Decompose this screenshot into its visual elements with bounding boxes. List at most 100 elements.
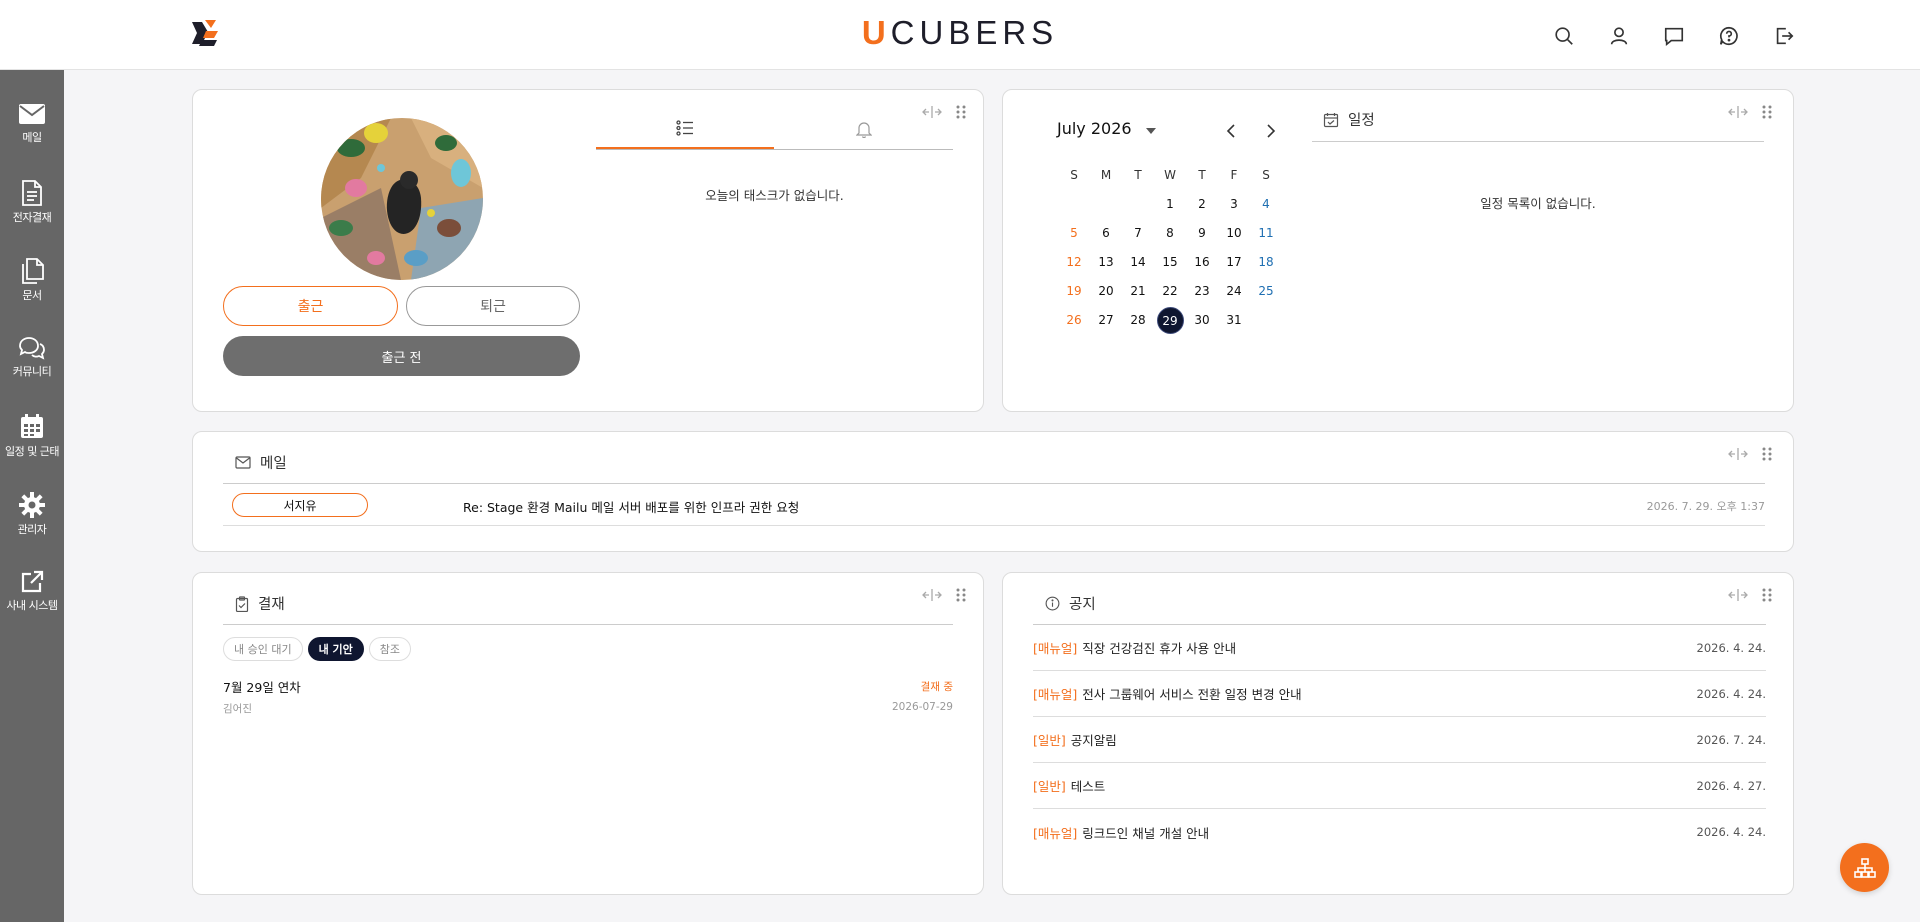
clock-out-button[interactable]: 퇴근 — [406, 286, 580, 326]
tab-reference[interactable]: 참조 — [368, 637, 412, 661]
calendar-card: July 2026 S M T W T F S 1 2 3 4 5 6 7 8 9 10 11 12 13 14 15 16… — [1002, 89, 1794, 412]
org-chart-button[interactable] — [1840, 843, 1889, 892]
tab-pending-approval[interactable]: 내 승인 대기 — [223, 637, 303, 661]
calendar-day[interactable]: 31 — [1218, 307, 1250, 333]
notice-date: 2026. 4. 24. — [1696, 640, 1767, 655]
notice-item[interactable]: [일반] 공지알림 2026. 7. 24. — [1033, 717, 1766, 763]
schedule-header: 일정 — [1323, 109, 1375, 130]
calendar-day[interactable]: 28 — [1122, 307, 1154, 333]
mail-sender-badge: 서지유 — [232, 493, 368, 517]
sidebar-item-documents[interactable]: 문서 — [0, 258, 64, 328]
approval-title[interactable]: 결재 — [258, 593, 285, 614]
notice-date: 2026. 4. 24. — [1696, 686, 1767, 701]
calendar-day[interactable]: 14 — [1122, 249, 1154, 275]
approval-item-title[interactable]: 7월 29일 연차 — [223, 677, 301, 696]
notice-date: 2026. 4. 24. — [1696, 825, 1767, 839]
approval-date: 2026-07-29 — [891, 701, 953, 713]
resize-icon[interactable] — [1728, 104, 1748, 123]
notice-item-title: 링크드인 채널 개설 안내 — [1082, 825, 1210, 841]
calendar-day[interactable]: 3 — [1218, 191, 1250, 217]
drag-handle-icon[interactable] — [1762, 587, 1772, 606]
sidebar-item-mail[interactable]: 메일 — [0, 102, 64, 172]
calendar-day[interactable]: 8 — [1154, 220, 1186, 246]
calendar-day[interactable]: 21 — [1122, 278, 1154, 304]
resize-icon[interactable] — [922, 587, 942, 606]
calendar-day[interactable]: 9 — [1186, 220, 1218, 246]
approval-item[interactable]: 7월 29일 연차 결재 중 김어진 2026-07-29 — [223, 677, 953, 723]
resize-icon[interactable] — [1728, 587, 1748, 606]
sidebar-item-internal-systems[interactable]: 사내 시스템 — [0, 570, 64, 640]
card-controls — [1728, 587, 1772, 606]
sidebar-item-schedule[interactable]: 일정 및 근태 — [0, 414, 64, 484]
calendar-day[interactable]: 26 — [1058, 307, 1090, 333]
sidebar-item-approval[interactable]: 전자결재 — [0, 180, 64, 250]
calendar-day[interactable]: 2 — [1186, 191, 1218, 217]
calendar-day[interactable]: 4 — [1250, 191, 1282, 217]
calendar-day-today[interactable]: 29 — [1154, 306, 1186, 334]
mail-subject[interactable]: Re: Stage 환경 Mailu 메일 서버 배포를 위한 인프라 권한 요… — [463, 497, 799, 516]
logout-icon[interactable] — [1770, 22, 1797, 49]
calendar-day[interactable]: 18 — [1250, 249, 1282, 275]
gear-icon — [19, 492, 45, 518]
divider — [223, 624, 953, 625]
sidebar: 메일 전자결재 문서 커뮤니티 일정 및 근태 관리자 사내 시스템 — [0, 70, 64, 922]
approval-card: 결재 내 승인 대기 내 기안 참조 7월 29일 연차 결재 중 김어진 20… — [192, 572, 984, 895]
calendar-month-label[interactable]: July 2026 — [1057, 119, 1132, 138]
help-icon[interactable] — [1715, 22, 1742, 49]
clock-in-button[interactable]: 출근 — [223, 286, 398, 326]
resize-icon[interactable] — [1728, 446, 1748, 465]
sidebar-item-community[interactable]: 커뮤니티 — [0, 336, 64, 406]
calendar-day[interactable]: 20 — [1090, 278, 1122, 304]
calendar-day[interactable]: 25 — [1250, 278, 1282, 304]
notice-title[interactable]: 공지 — [1069, 593, 1096, 614]
month-dropdown-icon[interactable] — [1145, 119, 1156, 138]
calendar-day[interactable]: 19 — [1058, 278, 1090, 304]
next-month-icon[interactable] — [1265, 123, 1277, 143]
calendar-empty-cell — [1058, 191, 1090, 217]
approval-author: 김어진 — [223, 703, 252, 715]
notice-item[interactable]: [일반] 테스트 2026. 4. 27. — [1033, 763, 1766, 809]
calendar-day[interactable]: 10 — [1218, 220, 1250, 246]
calendar-day[interactable]: 13 — [1090, 249, 1122, 275]
sidebar-item-label: 문서 — [22, 289, 42, 302]
drag-handle-icon[interactable] — [956, 587, 966, 606]
user-icon[interactable] — [1605, 22, 1632, 49]
weekday-label: M — [1100, 167, 1112, 182]
notice-category: [일반] — [1033, 779, 1066, 794]
weekday-label: T — [1198, 167, 1206, 182]
chat-icon[interactable] — [1660, 22, 1687, 49]
calendar-day[interactable]: 7 — [1122, 220, 1154, 246]
calendar-day[interactable]: 1 — [1154, 191, 1186, 217]
calendar-day[interactable]: 16 — [1186, 249, 1218, 275]
calendar-day[interactable]: 23 — [1186, 278, 1218, 304]
files-icon — [22, 258, 44, 284]
notice-item[interactable]: [매뉴얼] 전사 그룹웨어 서비스 전환 일정 변경 안내 2026. 4. 24… — [1033, 671, 1766, 717]
calendar-day[interactable]: 24 — [1218, 278, 1250, 304]
calendar-week: 1234 — [1058, 189, 1282, 218]
prev-month-icon[interactable] — [1225, 123, 1237, 143]
drag-handle-icon[interactable] — [956, 104, 966, 123]
notice-item[interactable]: [매뉴얼] 링크드인 채널 개설 안내 2026. 4. 24. — [1033, 809, 1766, 855]
tab-notifications[interactable] — [775, 108, 953, 149]
calendar-day[interactable]: 11 — [1250, 220, 1282, 246]
calendar-day[interactable]: 30 — [1186, 307, 1218, 333]
notice-item-title: 직장 건강검진 휴가 사용 안내 — [1082, 641, 1237, 656]
profile-photo[interactable] — [321, 118, 483, 280]
calendar-day[interactable]: 17 — [1218, 249, 1250, 275]
drag-handle-icon[interactable] — [1762, 104, 1772, 123]
mail-row[interactable]: 서지유 Re: Stage 환경 Mailu 메일 서버 배포를 위한 인프라 … — [223, 484, 1765, 526]
calendar-day[interactable]: 12 — [1058, 249, 1090, 275]
notice-card: 공지 [매뉴얼] 직장 건강검진 휴가 사용 안내 2026. 4. 24. [매… — [1002, 572, 1794, 895]
calendar-day[interactable]: 22 — [1154, 278, 1186, 304]
calendar-day[interactable]: 5 — [1058, 220, 1090, 246]
sidebar-item-admin[interactable]: 관리자 — [0, 492, 64, 562]
calendar-day[interactable]: 15 — [1154, 249, 1186, 275]
notice-item[interactable]: [매뉴얼] 직장 건강검진 휴가 사용 안내 2026. 4. 24. — [1033, 625, 1766, 671]
calendar-day[interactable]: 27 — [1090, 307, 1122, 333]
tab-tasks[interactable] — [596, 108, 774, 149]
mail-title[interactable]: 메일 — [260, 452, 287, 473]
tab-my-drafts[interactable]: 내 기안 — [307, 637, 364, 661]
search-icon[interactable] — [1550, 22, 1577, 49]
calendar-day[interactable]: 6 — [1090, 220, 1122, 246]
drag-handle-icon[interactable] — [1762, 446, 1772, 465]
